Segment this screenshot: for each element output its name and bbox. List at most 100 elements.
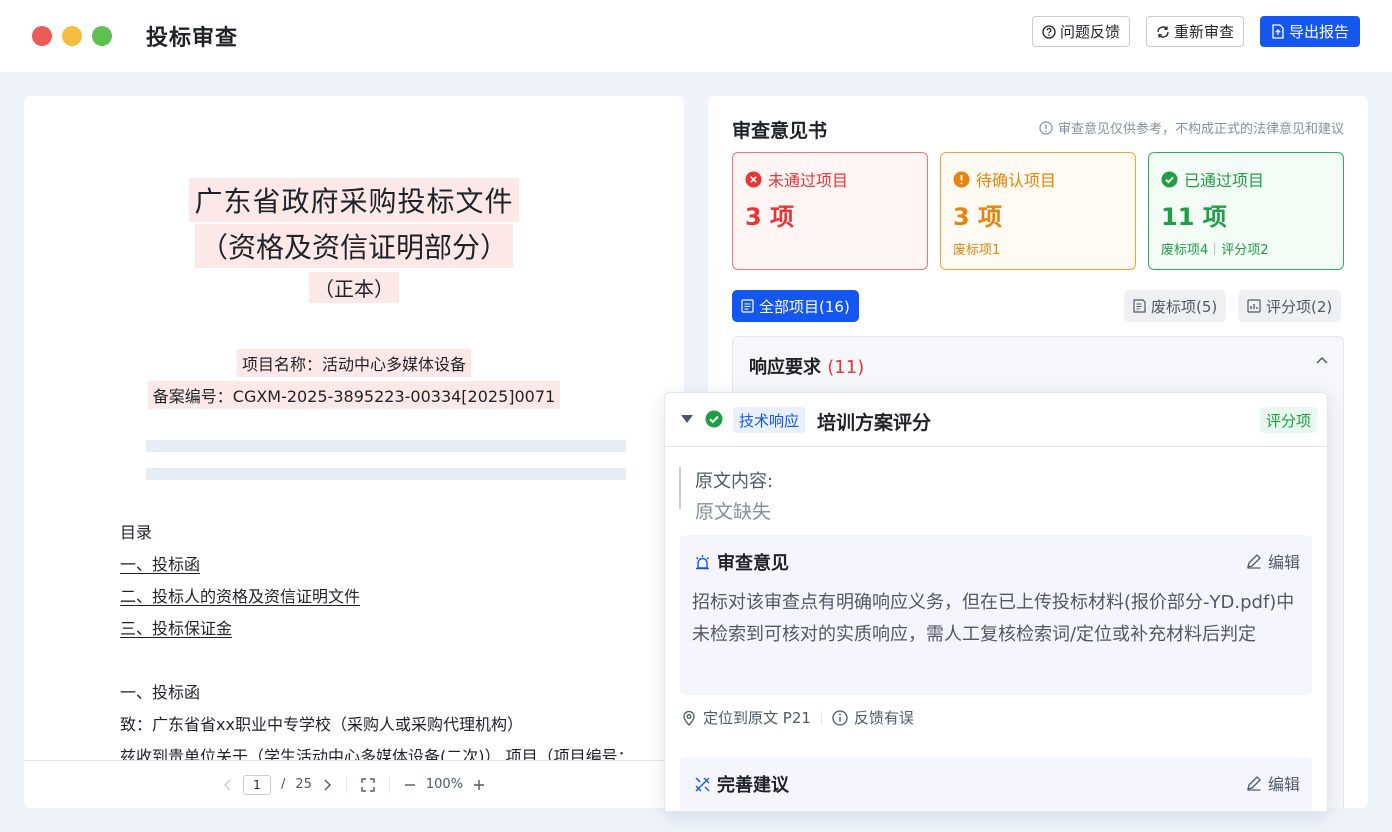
zoom-in-icon[interactable] xyxy=(473,779,485,791)
maximize-window-button[interactable] xyxy=(92,26,112,46)
document-page[interactable]: 广东省政府采购投标文件 （资格及资信证明部分） （正本） 项目名称：活动中心多媒… xyxy=(24,96,684,760)
section-title: 响应要求 xyxy=(749,357,821,378)
feedback-button-label: 问题反馈 xyxy=(1059,23,1120,41)
doc-project-name: 项目名称：活动中心多媒体设备 xyxy=(236,349,471,377)
tab-all-items[interactable]: 全部项目(16) xyxy=(732,290,859,322)
close-window-button[interactable] xyxy=(32,26,52,46)
warning-circle-icon xyxy=(953,171,970,187)
pencil-icon xyxy=(1247,554,1261,569)
original-content: 原文内容: 原文缺失 xyxy=(679,467,773,523)
divider xyxy=(1214,242,1216,255)
review-title: 审查意见书 xyxy=(732,120,828,142)
pending-sub: 废标项1 xyxy=(953,243,1001,258)
feedback-button[interactable]: 问题反馈 xyxy=(1031,16,1130,47)
pending-items-card[interactable]: 待确认项目 3 项 废标项1 xyxy=(940,152,1136,270)
failed-items-card[interactable]: 未通过项目 3 项 xyxy=(732,152,928,270)
failed-label: 未通过项目 xyxy=(768,171,849,190)
report-error-link[interactable]: 反馈有误 xyxy=(854,707,914,728)
app-title: 投标审查 xyxy=(146,26,239,51)
toc-link-2[interactable]: 二、投标人的资格及资信证明文件 xyxy=(120,583,360,607)
location-pin-icon xyxy=(683,710,695,726)
bar-chart-icon xyxy=(1247,299,1261,313)
tab-reject-label: 废标项(5) xyxy=(1151,297,1218,316)
suggestion-box: 完善建议 编辑 xyxy=(680,757,1312,811)
tab-all-label: 全部项目(16) xyxy=(759,297,850,316)
info-icon xyxy=(1039,120,1053,135)
pending-label: 待确认项目 xyxy=(976,171,1057,190)
passed-sub-reject: 废标项4 xyxy=(1161,243,1209,258)
refresh-icon xyxy=(1157,25,1169,38)
toc-link-3[interactable]: 三、投标保证金 xyxy=(120,615,232,639)
section-header[interactable]: 响应要求 (11) xyxy=(749,353,864,379)
window-controls xyxy=(32,26,112,46)
info-icon xyxy=(832,709,848,726)
passed-sub-score: 评分项2 xyxy=(1221,243,1269,258)
export-file-icon xyxy=(1272,24,1284,39)
pencil-icon xyxy=(1247,776,1261,791)
category-tag: 技术响应 xyxy=(733,407,806,433)
passed-count: 11 项 xyxy=(1161,203,1227,231)
toc-link-1[interactable]: 一、投标函 xyxy=(120,551,200,575)
fullscreen-icon[interactable] xyxy=(361,777,375,792)
doc-title-line3: （正本） xyxy=(309,272,399,303)
review-disclaimer: 审查意见仅供参考，不构成正式的法律意见和建议 xyxy=(1039,118,1344,137)
divider xyxy=(345,776,347,793)
pagination-bar: 1 / 25 100% xyxy=(24,760,684,808)
total-pages: 25 xyxy=(295,777,312,792)
divider xyxy=(820,710,822,725)
chevron-right-icon[interactable] xyxy=(322,779,332,791)
review-item-card: 技术响应 培训方案评分 评分项 原文内容: 原文缺失 审查意见 编辑 招标对该审… xyxy=(664,392,1328,812)
toc-heading: 目录 xyxy=(120,523,153,542)
page-number-input[interactable]: 1 xyxy=(242,774,271,795)
tab-score-label: 评分项(2) xyxy=(1266,297,1333,316)
page-separator: / xyxy=(280,777,286,792)
check-circle-icon xyxy=(1161,171,1178,187)
pending-count: 3 项 xyxy=(953,203,1003,231)
passed-items-card[interactable]: 已通过项目 11 项 废标项4 评分项2 xyxy=(1148,152,1344,270)
edit-label: 编辑 xyxy=(1267,775,1300,794)
export-report-button-label: 导出报告 xyxy=(1288,23,1349,41)
zoom-level: 100% xyxy=(425,777,464,792)
disclaimer-text: 审查意见仅供参考，不构成正式的法律意见和建议 xyxy=(1057,122,1344,137)
suggestion-title: 完善建议 xyxy=(717,775,789,796)
suggestion-edit-button[interactable]: 编辑 xyxy=(1246,771,1300,795)
export-report-button[interactable]: 导出报告 xyxy=(1259,16,1360,47)
failed-count: 3 项 xyxy=(745,203,795,231)
body-line: 兹收到贵单位关于（学生活动中心多媒体设备(二次)） 项目（项目编号： xyxy=(120,747,634,760)
placeholder-line xyxy=(146,468,626,480)
check-circle-icon xyxy=(705,410,723,428)
doc-record-number: 备案编号：CGXM-2025-3895223-00334[2025]0071 xyxy=(147,381,561,409)
top-actions: 问题反馈 重新审查 导出报告 xyxy=(1031,16,1360,47)
item-name: 培训方案评分 xyxy=(817,412,932,434)
minimize-window-button[interactable] xyxy=(62,26,82,46)
body-line: 致：广东省省xx职业中专学校（采购人或采购代理机构） xyxy=(120,715,523,734)
card-header[interactable]: 技术响应 培训方案评分 评分项 xyxy=(665,393,1327,447)
item-type-tag: 评分项 xyxy=(1259,407,1317,433)
original-value: 原文缺失 xyxy=(695,501,772,523)
document-icon xyxy=(741,299,754,313)
doc-title-line2: （资格及资信证明部分） xyxy=(194,224,513,268)
zoom-out-icon[interactable] xyxy=(404,779,416,791)
tab-score-items[interactable]: 评分项(2) xyxy=(1238,290,1342,322)
doc-title-line1: 广东省政府采购投标文件 xyxy=(189,178,519,222)
opinion-text: 招标对该审查点有明确响应义务，但在已上传投标材料(报价部分-YD.pdf)中未检… xyxy=(692,592,1295,645)
opinion-box: 审查意见 编辑 招标对该审查点有明确响应义务，但在已上传投标材料(报价部分-YD… xyxy=(680,535,1312,695)
error-circle-icon xyxy=(745,171,762,187)
passed-label: 已通过项目 xyxy=(1184,171,1265,190)
opinion-edit-button[interactable]: 编辑 xyxy=(1246,549,1300,573)
chevron-left-icon[interactable] xyxy=(223,779,233,791)
tools-icon xyxy=(695,777,710,791)
locate-link[interactable]: 定位到原文 P21 xyxy=(703,707,811,728)
edit-label: 编辑 xyxy=(1267,553,1300,572)
recheck-button-label: 重新审查 xyxy=(1173,23,1234,41)
recheck-button[interactable]: 重新审查 xyxy=(1145,16,1244,47)
section-count: (11) xyxy=(827,357,865,378)
chevron-up-icon[interactable] xyxy=(1315,355,1329,365)
alarm-icon xyxy=(696,554,709,569)
divider xyxy=(388,776,390,793)
tab-reject-items[interactable]: 废标项(5) xyxy=(1124,290,1227,322)
question-circle-icon xyxy=(1042,24,1056,39)
section-heading: 一、投标函 xyxy=(120,683,201,702)
caret-down-icon[interactable] xyxy=(681,415,693,424)
reject-doc-icon xyxy=(1133,299,1146,313)
